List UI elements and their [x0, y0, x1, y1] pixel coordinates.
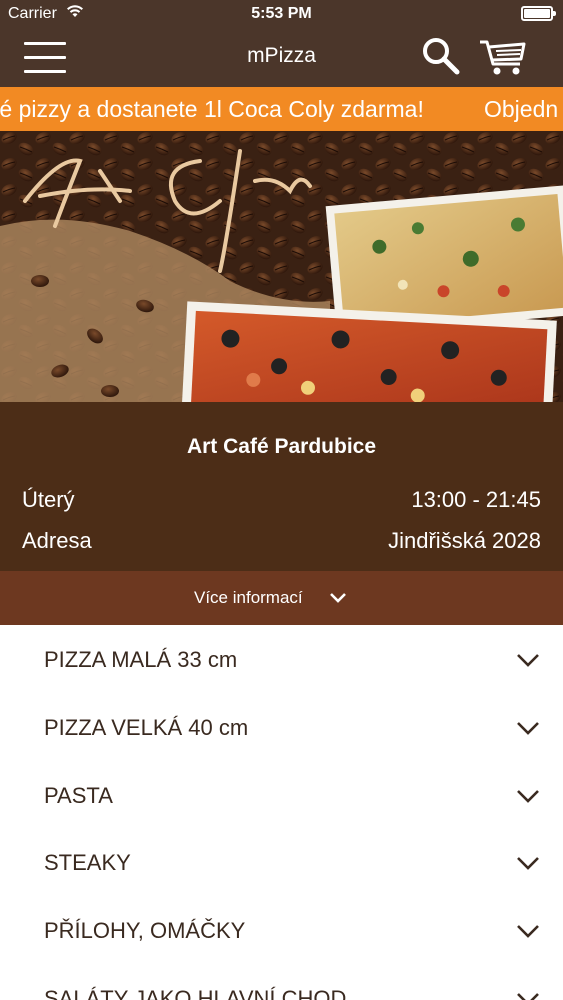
chevron-down-icon — [517, 654, 539, 667]
promo-text-next: Objedn — [484, 96, 559, 122]
category-item[interactable]: STEAKY — [0, 828, 563, 896]
category-label: STEAKY — [44, 850, 131, 875]
search-icon[interactable] — [421, 36, 461, 76]
address-label: Adresa — [22, 528, 92, 553]
category-item[interactable]: PŘÍLOHY, OMÁČKY — [0, 896, 563, 964]
opening-hours: 13:00 - 21:45 — [411, 487, 541, 512]
category-label: PŘÍLOHY, OMÁČKY — [44, 918, 246, 943]
top-bar: Carrier 5:53 PM mPizza — [0, 0, 563, 87]
chevron-down-icon — [517, 790, 539, 803]
category-label: PASTA — [44, 783, 113, 808]
category-label: PIZZA MALÁ 33 cm — [44, 647, 238, 672]
category-label: PIZZA VELKÁ 40 cm — [44, 715, 249, 740]
hero-image: Art Café — [0, 131, 563, 402]
promo-text: elké pizzy a dostanete 1l Coca Coly zdar… — [0, 96, 424, 122]
category-label: SALÁTY JAKO HLAVNÍ CHOD — [44, 986, 347, 1000]
status-bar: Carrier 5:53 PM — [0, 0, 563, 28]
more-info-button[interactable]: Více informací — [0, 571, 563, 625]
promo-banner: elké pizzy a dostanete 1l Coca Coly zdar… — [0, 87, 563, 131]
battery-icon — [521, 6, 556, 21]
opening-day-label: Úterý — [22, 487, 75, 512]
status-time: 5:53 PM — [251, 5, 312, 22]
category-item[interactable]: PASTA — [0, 761, 563, 829]
chevron-down-icon — [517, 722, 539, 735]
chevron-down-icon — [517, 925, 539, 938]
address-value: Jindřišská 2028 — [388, 528, 541, 553]
chevron-down-icon — [517, 857, 539, 870]
category-item[interactable]: PIZZA MALÁ 33 cm — [0, 625, 563, 693]
category-list: PIZZA MALÁ 33 cm PIZZA VELKÁ 40 cm PASTA… — [0, 625, 563, 1000]
nav-bar: mPizza — [0, 28, 563, 87]
chevron-down-icon — [330, 593, 346, 603]
chevron-down-icon — [517, 993, 539, 1000]
hero-illustration: Art Café — [0, 131, 563, 402]
more-info-label: Více informací — [194, 588, 303, 607]
restaurant-name: Art Café Pardubice — [186, 435, 377, 458]
category-item[interactable]: PIZZA VELKÁ 40 cm — [0, 693, 563, 761]
category-item[interactable]: SALÁTY JAKO HLAVNÍ CHOD — [0, 964, 563, 1000]
cart-icon[interactable] — [478, 38, 528, 78]
restaurant-info: Art Café Pardubice Úterý 13:00 - 21:45 A… — [0, 402, 563, 571]
